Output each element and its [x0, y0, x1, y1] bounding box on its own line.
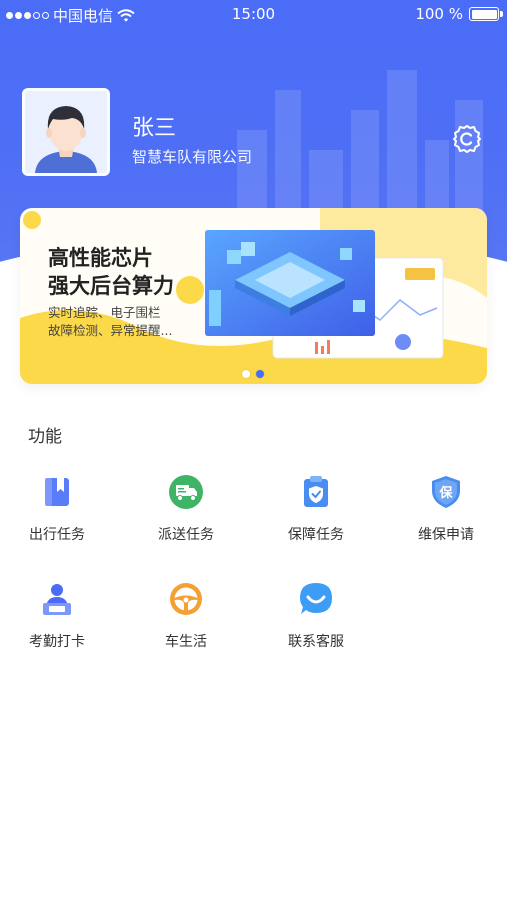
attendance-icon — [43, 584, 71, 615]
banner-subtitle-line1: 实时追踪、电子围栏 — [48, 305, 161, 320]
status-right: 100 % — [415, 5, 503, 23]
function-item-trip-task[interactable]: 出行任务 — [2, 474, 112, 544]
section-title: 功能 — [28, 427, 62, 447]
banner-title-line1: 高性能芯片 — [48, 246, 153, 270]
steering-wheel-icon — [170, 583, 202, 615]
svg-text:保: 保 — [438, 485, 453, 501]
function-label: 车生活 — [165, 634, 207, 650]
function-label: 考勤打卡 — [29, 634, 85, 650]
gear-icon — [453, 125, 481, 153]
function-label: 出行任务 — [29, 527, 85, 543]
chip-dashboard-illustration — [205, 230, 444, 359]
function-item-car-life[interactable]: 车生活 — [131, 581, 241, 651]
chat-smile-icon — [300, 583, 332, 614]
battery-icon — [469, 7, 503, 21]
function-item-support-task[interactable]: 保障任务 — [261, 474, 371, 544]
avatar[interactable] — [22, 88, 110, 176]
banner-dot-1[interactable] — [242, 370, 250, 378]
book-icon — [45, 478, 69, 506]
banner-subtitle-line2: 故障检测、异常提醒... — [48, 323, 173, 338]
battery-percentage: 100 % — [415, 5, 463, 23]
banner-pagination[interactable] — [242, 370, 264, 378]
truck-icon — [169, 475, 203, 509]
clipboard-check-icon — [304, 476, 328, 507]
user-company: 智慧车队有限公司 — [132, 148, 253, 166]
profile-page: 中国电信 15:00 100 % 张三 智慧车队有限公司 高性能芯片 强大后台算… — [0, 0, 507, 900]
function-item-maintenance-request[interactable]: 保 维保申请 — [391, 474, 501, 544]
function-label: 维保申请 — [418, 527, 474, 543]
user-avatar-icon — [25, 91, 107, 173]
user-name: 张三 — [132, 116, 177, 141]
banner-title: 高性能芯片 强大后台算力 — [48, 244, 174, 300]
function-item-customer-service[interactable]: 联系客服 — [261, 581, 371, 651]
promo-banner[interactable]: 高性能芯片 强大后台算力 实时追踪、电子围栏 故障检测、异常提醒... — [20, 208, 487, 384]
shield-bao-icon: 保 — [432, 476, 460, 508]
status-bar: 中国电信 15:00 100 % — [0, 0, 507, 28]
function-label: 保障任务 — [288, 527, 344, 543]
banner-dot-2[interactable] — [256, 370, 264, 378]
banner-subtitle: 实时追踪、电子围栏 故障检测、异常提醒... — [48, 304, 172, 340]
function-label: 联系客服 — [288, 634, 344, 650]
function-item-attendance[interactable]: 考勤打卡 — [2, 581, 112, 651]
function-item-delivery-task[interactable]: 派送任务 — [131, 474, 241, 544]
function-label: 派送任务 — [158, 527, 214, 543]
banner-title-line2: 强大后台算力 — [48, 274, 174, 298]
settings-button[interactable] — [450, 122, 484, 156]
